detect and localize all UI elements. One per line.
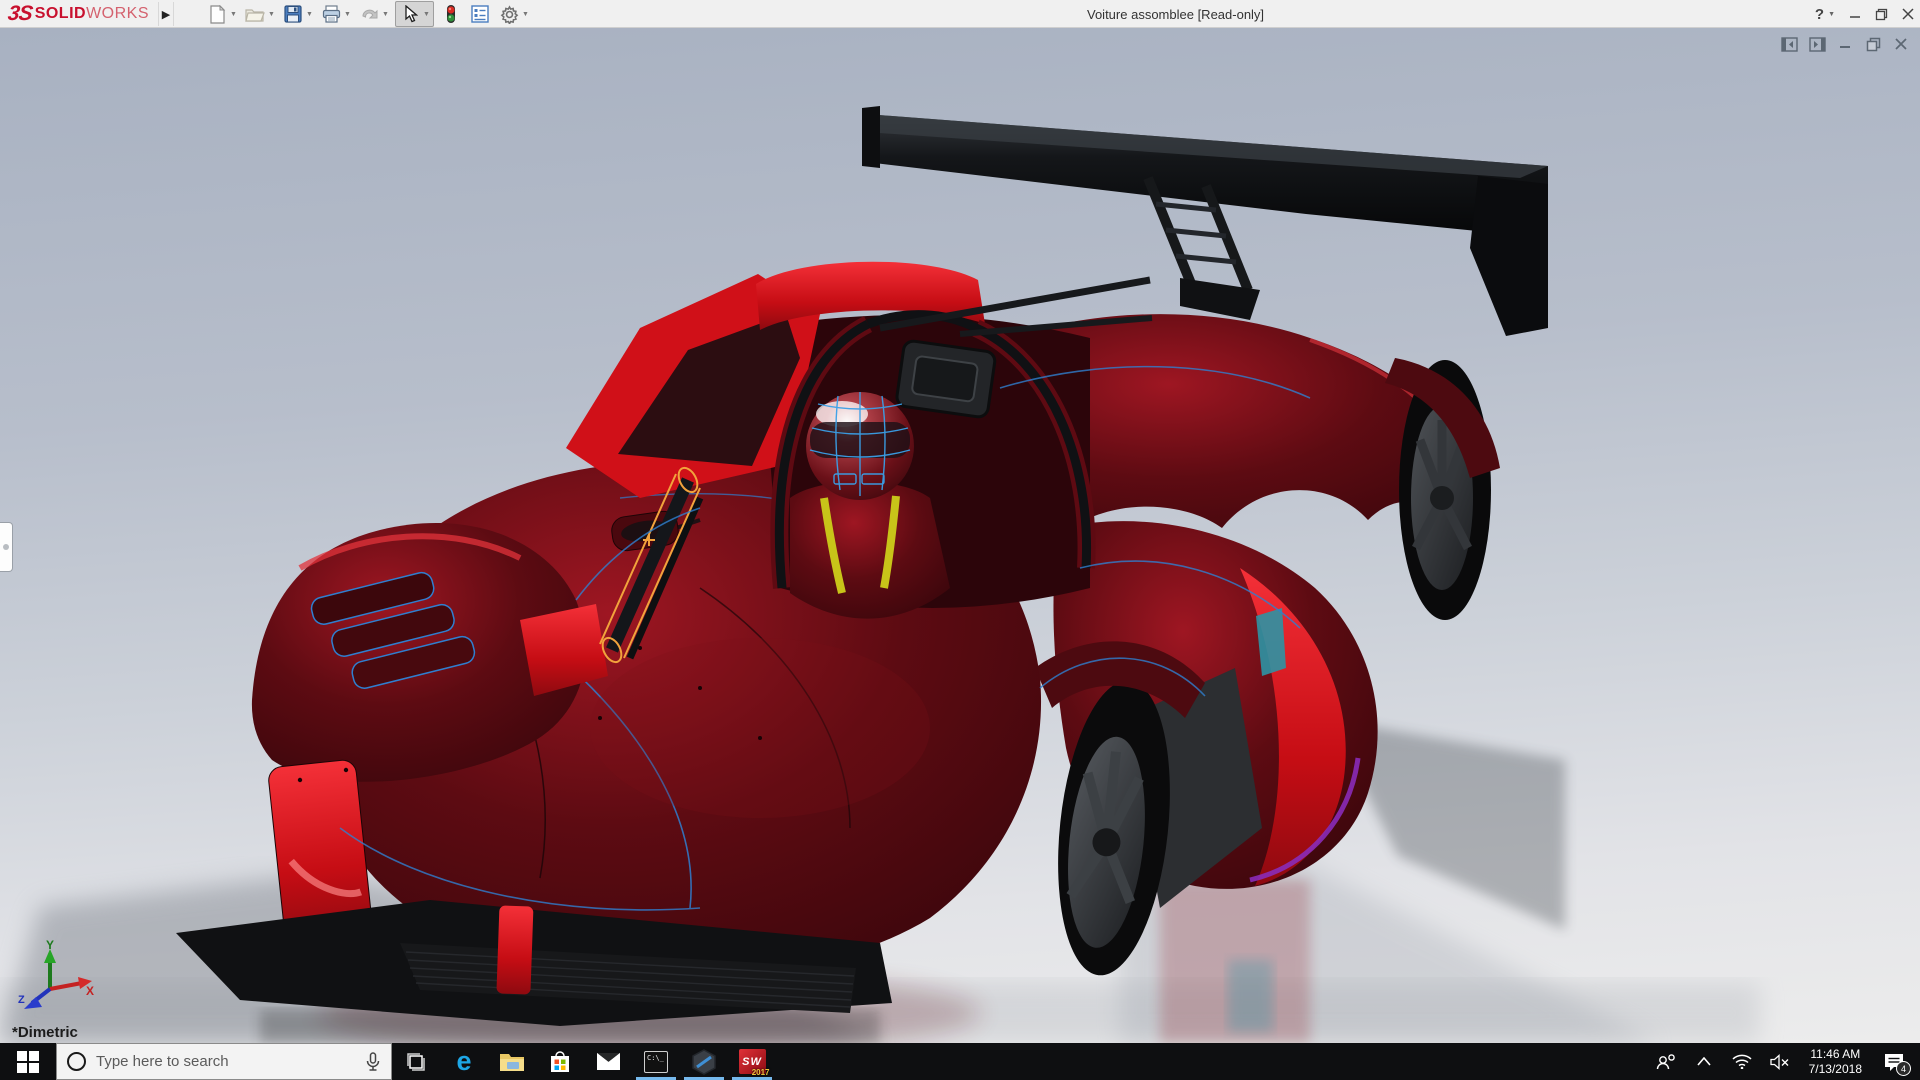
3d-model-render[interactable] xyxy=(0,28,1920,1043)
driver-torso xyxy=(790,482,950,619)
pane-left-button[interactable] xyxy=(1780,36,1798,52)
rebuild-button[interactable] xyxy=(439,2,463,26)
dropdown-caret-icon[interactable]: ▼ xyxy=(344,11,352,18)
windows-taskbar: e C:\_ xyxy=(0,1043,1920,1080)
start-button[interactable] xyxy=(0,1043,56,1080)
clock-time: 11:46 AM xyxy=(1809,1047,1862,1062)
system-tray: 11:46 AM 7/13/2018 4 xyxy=(1651,1043,1920,1080)
command-prompt-icon: C:\_ xyxy=(644,1051,668,1073)
wing-endplate[interactable] xyxy=(1470,176,1548,336)
select-cursor-icon xyxy=(398,2,422,26)
document-window-controls xyxy=(1780,36,1910,52)
save-button[interactable]: ▼ xyxy=(281,2,314,26)
air-intake-box[interactable] xyxy=(896,340,996,418)
open-folder-icon xyxy=(243,2,267,26)
menu-flyout-arrow-icon[interactable]: ▶ xyxy=(158,2,174,26)
hexagon-cad-app-button[interactable] xyxy=(680,1043,728,1080)
store-icon xyxy=(549,1050,571,1074)
action-center-button[interactable]: 4 xyxy=(1876,1043,1912,1080)
clock-date: 7/13/2018 xyxy=(1809,1062,1862,1077)
nose-red-tab[interactable] xyxy=(496,905,533,994)
wifi-icon[interactable] xyxy=(1727,1043,1757,1080)
mail-icon xyxy=(596,1052,621,1071)
axis-z-label: Z xyxy=(18,994,25,1006)
mail-button[interactable] xyxy=(584,1043,632,1080)
edge-icon: e xyxy=(456,1048,471,1075)
restore-button[interactable] xyxy=(1875,8,1888,21)
ds-logo-icon: 3S xyxy=(6,2,33,26)
quick-access-toolbar: ▼ ▼ ▼ ▼ ▼ ▼ xyxy=(205,0,535,28)
taskbar-clock[interactable]: 11:46 AM 7/13/2018 xyxy=(1803,1047,1868,1077)
open-button[interactable]: ▼ xyxy=(243,2,276,26)
dropdown-caret-icon[interactable]: ▼ xyxy=(306,11,314,18)
print-icon xyxy=(319,2,343,26)
undo-button[interactable]: ▼ xyxy=(357,2,390,26)
command-prompt-button[interactable]: C:\_ xyxy=(632,1043,680,1080)
new-document-button[interactable]: ▼ xyxy=(205,2,238,26)
close-button[interactable] xyxy=(1902,8,1914,20)
file-explorer-button[interactable] xyxy=(488,1043,536,1080)
sw-year-label: 2017 xyxy=(752,1068,770,1077)
undo-arrow-icon xyxy=(357,2,381,26)
graphics-viewport[interactable]: Y X Z *Dimetric xyxy=(0,28,1920,1043)
solidworks-2017-icon: SW 2017 xyxy=(739,1049,766,1074)
people-icon[interactable] xyxy=(1651,1043,1681,1080)
save-floppy-icon xyxy=(281,2,305,26)
rebuild-traffic-light-icon xyxy=(439,2,463,26)
pane-right-button[interactable] xyxy=(1808,36,1826,52)
dropdown-caret-icon[interactable]: ▼ xyxy=(268,11,276,18)
search-input[interactable] xyxy=(96,1053,355,1070)
window-controls: ? ▼ xyxy=(1815,0,1914,28)
help-caret-icon[interactable]: ▼ xyxy=(1828,11,1835,18)
solidworks-2017-button[interactable]: SW 2017 xyxy=(728,1043,776,1080)
flyout-dot-icon xyxy=(3,544,9,550)
title-bar: 3S SOLIDWORKS ▶ ▼ ▼ ▼ ▼ ▼ xyxy=(0,0,1920,28)
store-button[interactable] xyxy=(536,1043,584,1080)
orientation-triad: Y X Z xyxy=(16,937,96,1015)
volume-muted-icon[interactable] xyxy=(1765,1043,1795,1080)
dropdown-caret-icon[interactable]: ▼ xyxy=(382,11,390,18)
dropdown-caret-icon[interactable]: ▼ xyxy=(230,11,238,18)
tray-chevron-up-icon[interactable] xyxy=(1689,1043,1719,1080)
doc-close-button[interactable] xyxy=(1892,36,1910,52)
minimize-button[interactable] xyxy=(1849,8,1861,20)
dropdown-caret-icon[interactable]: ▼ xyxy=(522,11,530,18)
solidworks-logo: 3S SOLIDWORKS xyxy=(8,1,149,27)
help-button[interactable]: ? xyxy=(1815,6,1824,23)
notification-badge: 4 xyxy=(1896,1061,1911,1076)
file-explorer-icon xyxy=(499,1051,525,1072)
print-button[interactable]: ▼ xyxy=(319,2,352,26)
cortana-icon[interactable] xyxy=(67,1052,86,1071)
file-properties-button[interactable] xyxy=(468,2,492,26)
taskbar-search[interactable] xyxy=(56,1043,392,1080)
file-properties-list-icon xyxy=(468,2,492,26)
doc-minimize-button[interactable] xyxy=(1836,36,1854,52)
select-tool-button[interactable]: ▼ xyxy=(395,1,434,27)
doc-restore-button[interactable] xyxy=(1864,36,1882,52)
task-view-icon xyxy=(405,1051,427,1073)
options-gear-icon xyxy=(497,2,521,26)
hexagon-app-icon xyxy=(691,1049,717,1075)
feature-tree-flyout-tab[interactable] xyxy=(0,522,13,572)
brand-works-text: WORKS xyxy=(86,5,149,23)
edge-button[interactable]: e xyxy=(440,1043,488,1080)
dropdown-caret-icon[interactable]: ▼ xyxy=(423,11,431,18)
brand-solid-text: SOLID xyxy=(35,5,86,23)
new-document-icon xyxy=(205,2,229,26)
window-title: Voiture assomblee [Read-only] xyxy=(1087,0,1264,28)
view-orientation-label: *Dimetric xyxy=(12,1024,78,1041)
windows-logo-icon xyxy=(17,1051,39,1073)
task-view-button[interactable] xyxy=(392,1043,440,1080)
select-tool-pressed: ▼ xyxy=(395,1,434,27)
axis-x-label: X xyxy=(86,984,94,998)
microphone-icon[interactable] xyxy=(365,1052,381,1072)
options-button[interactable]: ▼ xyxy=(497,2,530,26)
